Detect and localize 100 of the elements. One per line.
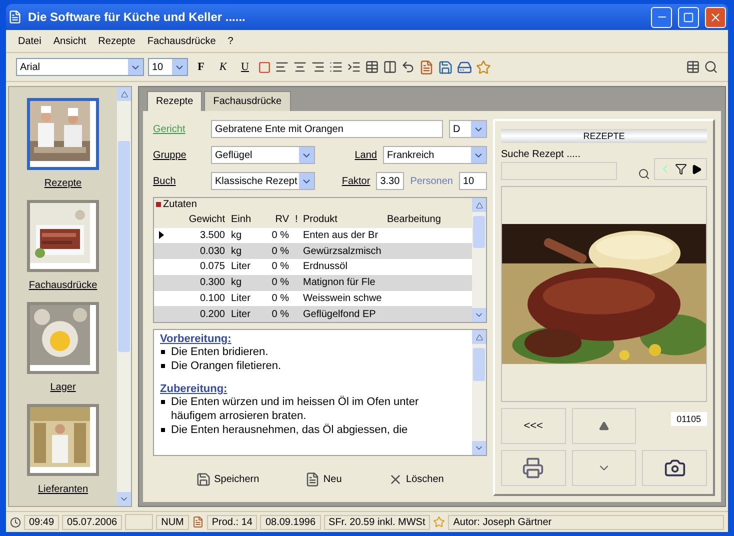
up-button[interactable] — [572, 408, 636, 444]
maximize-button[interactable] — [678, 6, 699, 28]
table-row[interactable]: 0.300 kg 0 % Matignon für Fle — [154, 274, 472, 291]
instruction-text: Die Enten bridieren. — [171, 345, 268, 359]
status-changed: 08.09.1996 — [260, 514, 321, 530]
document-icon[interactable] — [419, 60, 434, 74]
status-author: Autor: Joseph Gärtner — [448, 514, 724, 530]
close-icon — [709, 10, 722, 24]
save-icon[interactable] — [438, 60, 453, 74]
sidebar-thumbnail[interactable] — [27, 200, 99, 272]
table-cell-text: Liter — [230, 308, 252, 320]
menu-item[interactable]: ? — [228, 36, 234, 46]
bold-button[interactable]: F — [192, 58, 210, 76]
align-left-icon[interactable] — [275, 60, 289, 74]
menu-item[interactable]: Fachausdrücke — [147, 36, 216, 46]
persons-field[interactable]: 10 — [459, 172, 487, 190]
factor-field[interactable]: 3.30 — [376, 172, 404, 190]
caret-icon — [128, 59, 143, 75]
table-cell-text: 0 % — [270, 261, 290, 272]
clock-icon — [10, 516, 21, 528]
size-dropdown[interactable]: 10 — [148, 58, 188, 76]
table-row[interactable]: 0.200 Liter 0 % Geflügelfond EP — [154, 306, 472, 322]
menu-item[interactable]: Rezepte — [98, 36, 136, 46]
sidebar-thumbnail[interactable] — [27, 404, 99, 476]
scroll-thumb[interactable] — [473, 348, 485, 381]
print-button[interactable] — [501, 450, 566, 486]
first-button[interactable]: <<< — [501, 408, 566, 444]
table-row[interactable]: 3.500 kg 0 % Enten aus der Br — [154, 228, 472, 244]
sidebar-thumbnail[interactable] — [27, 302, 99, 374]
field-label: Land — [354, 150, 377, 160]
book-dropdown[interactable]: Klassische Rezept — [211, 172, 315, 190]
triangle-up-icon — [476, 202, 482, 208]
country-dropdown[interactable]: Frankreich — [383, 146, 487, 164]
sidebar-label[interactable]: Fachausdrücke — [28, 280, 98, 292]
table-cell-text: Liter — [230, 292, 252, 304]
table-cell-text: 0 % — [270, 308, 290, 320]
action-button[interactable]: Löschen — [386, 470, 446, 488]
filter-icon[interactable] — [675, 163, 687, 175]
align-center-icon[interactable] — [293, 60, 307, 74]
scrollbar[interactable] — [472, 330, 486, 455]
align-right-icon[interactable] — [311, 60, 325, 74]
table-icon[interactable] — [365, 60, 379, 74]
group-dropdown[interactable]: Geflügel — [211, 146, 315, 164]
scroll-up-button[interactable] — [117, 87, 131, 101]
menu-item[interactable]: Ansicht — [53, 36, 86, 46]
italic-button[interactable]: K — [214, 58, 232, 76]
columns-icon[interactable] — [383, 60, 397, 74]
scroll-down-button[interactable] — [472, 441, 486, 455]
instructions-editor[interactable]: Vorbereitung: Die Enten bridieren. Die Orangen filetieren. Zubereitung: Die Enten würzen und im heissen Öl im Ofen unter häufigem arrosieren braten. Die Enten herausnehmen, das Öl abgiessen, die — [153, 329, 487, 456]
menu-item[interactable]: Datei — [18, 36, 42, 46]
dish-field[interactable]: Gebratene Ente mit Orangen — [211, 120, 443, 138]
field-label: Buch — [153, 176, 177, 186]
drive-icon[interactable] — [457, 60, 472, 74]
column-header: Bearbeitung — [386, 214, 442, 226]
underline-button[interactable]: U — [236, 58, 254, 76]
column-header: Produkt — [302, 214, 338, 226]
palette-icon[interactable] — [258, 60, 271, 74]
sidebar-label[interactable]: Lager — [50, 382, 76, 393]
list-icon[interactable] — [329, 60, 343, 74]
table-cell-text: Geflügelfond EP — [302, 308, 377, 320]
instruction-text: Die Enten würzen und im heissen Öl im Ofen unter häufigem arrosieren braten. — [171, 395, 420, 423]
code-dropdown[interactable]: D — [449, 120, 487, 138]
scroll-down-button[interactable] — [117, 492, 131, 506]
scroll-up-button[interactable] — [472, 198, 486, 212]
search-field[interactable] — [501, 162, 617, 180]
scroll-thumb[interactable] — [118, 141, 130, 352]
tab[interactable]: Rezepte — [147, 91, 202, 111]
marker-icon — [156, 202, 161, 208]
scroll-up-button[interactable] — [472, 330, 486, 344]
sidebar-thumbnail[interactable] — [27, 98, 99, 170]
minimize-button[interactable] — [651, 6, 672, 28]
indent-icon[interactable] — [347, 60, 361, 74]
table-cell-text: 0.200 — [198, 308, 226, 320]
table-cell-text: Erdnussöl — [302, 261, 348, 272]
table-row[interactable]: 0.100 Liter 0 % Weisswein schwe — [154, 290, 472, 306]
triangle-up-icon — [476, 334, 482, 340]
scroll-thumb[interactable] — [473, 216, 485, 248]
field-label: Gericht — [153, 124, 186, 134]
instruction-text: Die Enten herausnehmen, das Öl abgiessen, die — [171, 423, 408, 437]
star-icon[interactable] — [476, 60, 491, 74]
caret-icon — [299, 173, 314, 189]
scrollbar[interactable] — [117, 87, 131, 506]
font-dropdown[interactable]: Arial — [16, 58, 144, 76]
scroll-down-button[interactable] — [472, 308, 486, 322]
status-time: 09:49 — [24, 514, 60, 530]
camera-button[interactable] — [642, 450, 707, 486]
tab[interactable]: Fachausdrücke — [204, 91, 291, 111]
scrollbar[interactable] — [472, 198, 486, 322]
play-icon[interactable] — [691, 164, 702, 174]
table-row[interactable]: 0.075 Liter 0 % Erdnussöl — [154, 259, 472, 275]
table-icon[interactable] — [686, 60, 700, 74]
undo-icon[interactable] — [401, 60, 415, 74]
status-price: SFr. 20.59 inkl. MWSt — [324, 514, 430, 530]
sidebar-label[interactable]: Rezepte — [44, 178, 82, 190]
action-button[interactable]: Speichern — [194, 470, 262, 488]
close-button[interactable] — [705, 6, 726, 28]
table-row[interactable]: 0.030 kg 0 % Gewürzsalzmisch — [154, 243, 472, 260]
column-header: Gewicht — [188, 214, 226, 226]
sidebar-label[interactable]: Lieferanten — [38, 484, 88, 495]
action-button[interactable]: Neu — [303, 470, 344, 488]
